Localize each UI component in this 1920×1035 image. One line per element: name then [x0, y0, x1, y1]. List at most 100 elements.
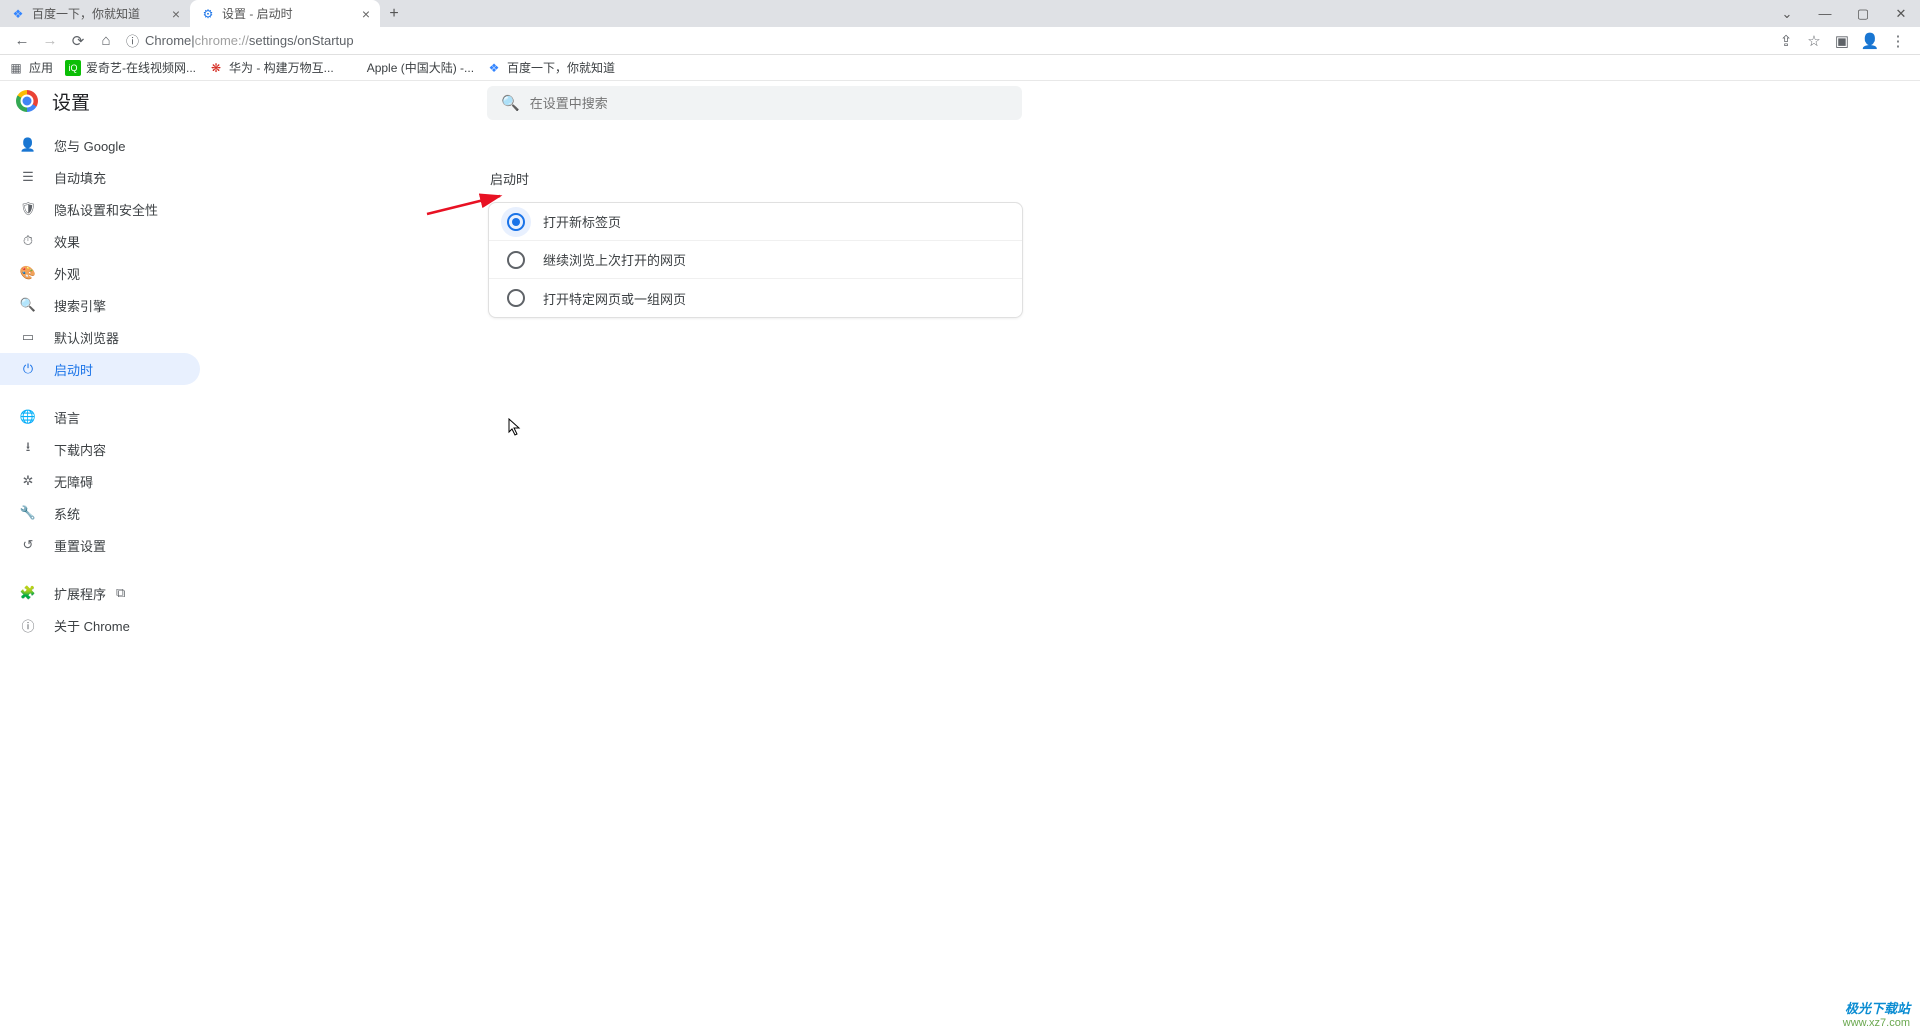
- accessibility-icon: ✲: [18, 473, 38, 489]
- shield-icon: 🛡: [18, 201, 38, 217]
- nav-label: 关于 Chrome: [54, 616, 130, 635]
- sidebar-item-privacy[interactable]: 🛡 隐私设置和安全性: [0, 193, 200, 225]
- option-label: 打开特定网页或一组网页: [543, 289, 686, 308]
- search-icon: 🔍: [501, 94, 520, 112]
- sidebar-item-you-google[interactable]: 👤您与 Google: [0, 129, 200, 161]
- site-info-icon[interactable]: ⓘ: [126, 31, 139, 50]
- radio-unchecked-icon[interactable]: [507, 289, 525, 307]
- browser-toolbar: ← → ⟳ ⌂ ⓘ Chrome | chrome://settings/onS…: [0, 27, 1920, 55]
- speed-icon: ⏱: [18, 233, 38, 249]
- nav-label: 隐私设置和安全性: [54, 200, 158, 219]
- startup-options-card: 打开新标签页 继续浏览上次打开的网页 打开特定网页或一组网页: [488, 202, 1023, 318]
- sidebar-item-about[interactable]: ⓘ关于 Chrome: [0, 609, 200, 641]
- sidebar-item-on-startup[interactable]: ⏻启动时: [0, 353, 200, 385]
- bookmark-favicon: ❋: [208, 60, 224, 76]
- window-maximize-icon[interactable]: ▢: [1844, 0, 1882, 27]
- option-label: 继续浏览上次打开的网页: [543, 250, 686, 269]
- nav-label: 外观: [54, 264, 80, 283]
- option-label: 打开新标签页: [543, 212, 621, 231]
- tab-title: 百度一下，你就知道: [32, 5, 166, 22]
- person-icon: 👤: [18, 137, 38, 153]
- bookmark-label: 百度一下，你就知道: [507, 59, 615, 76]
- palette-icon: 🎨: [18, 265, 38, 281]
- startup-option-specific[interactable]: 打开特定网页或一组网页: [489, 279, 1022, 317]
- sidebar-item-performance[interactable]: ⏱ 效果: [0, 225, 200, 257]
- chrome-logo-icon: [16, 90, 38, 112]
- close-tab-icon[interactable]: ×: [172, 6, 180, 22]
- nav-label: 下载内容: [54, 440, 106, 459]
- nav-label: 默认浏览器: [54, 328, 119, 347]
- sidebar-item-appearance[interactable]: 🎨 外观: [0, 257, 200, 289]
- address-path: settings/onStartup: [249, 33, 354, 48]
- radio-unchecked-icon[interactable]: [507, 251, 525, 269]
- home-button[interactable]: ⌂: [92, 27, 120, 55]
- sidebar-item-language[interactable]: 🌐语言: [0, 401, 200, 433]
- bookmark-star-icon[interactable]: ☆: [1800, 27, 1828, 55]
- watermark-url: www.xz7.com: [1843, 1017, 1910, 1029]
- tab-title: 设置 - 启动时: [222, 5, 356, 22]
- browser-tab-baidu[interactable]: ❖ 百度一下，你就知道 ×: [0, 0, 190, 27]
- bookmark-favicon: [346, 60, 362, 76]
- bookmark-iqiyi[interactable]: iQ 爱奇艺-在线视频网...: [65, 59, 196, 76]
- search-input[interactable]: [530, 96, 1008, 111]
- address-origin: Chrome: [145, 33, 191, 48]
- browser-tab-settings[interactable]: ⚙ 设置 - 启动时 ×: [190, 0, 380, 27]
- radio-checked-icon[interactable]: [507, 213, 525, 231]
- sidebar-item-reset[interactable]: ↺重置设置: [0, 529, 200, 561]
- side-panel-icon[interactable]: ▣: [1828, 27, 1856, 55]
- bookmark-favicon: ❖: [486, 60, 502, 76]
- watermark: 极光下载站 www.xz7.com: [1843, 998, 1910, 1029]
- startup-option-new-tab[interactable]: 打开新标签页: [489, 203, 1022, 241]
- startup-option-continue[interactable]: 继续浏览上次打开的网页: [489, 241, 1022, 279]
- watermark-title: 极光下载站: [1843, 998, 1910, 1017]
- address-scheme: chrome://: [195, 33, 249, 48]
- favicon-settings: ⚙: [200, 6, 216, 22]
- form-icon: ☰: [18, 169, 38, 185]
- sidebar-item-accessibility[interactable]: ✲无障碍: [0, 465, 200, 497]
- share-icon[interactable]: ⇪: [1772, 27, 1800, 55]
- window-minimize-icon[interactable]: —: [1806, 0, 1844, 27]
- bookmark-apple[interactable]: Apple (中国大陆) -...: [346, 59, 474, 76]
- external-link-icon: ⧉: [116, 585, 125, 601]
- nav-separator: [0, 385, 240, 401]
- bookmarks-bar: ▦ 应用 iQ 爱奇艺-在线视频网... ❋ 华为 - 构建万物互... App…: [0, 55, 1920, 81]
- sidebar-item-system[interactable]: 🔧 系统: [0, 497, 200, 529]
- bookmark-baidu[interactable]: ❖ 百度一下，你就知道: [486, 59, 615, 76]
- favicon-baidu: ❖: [10, 6, 26, 22]
- sidebar-item-default-browser[interactable]: ▭ 默认浏览器: [0, 321, 200, 353]
- browser-icon: ▭: [18, 329, 38, 345]
- bookmark-huawei[interactable]: ❋ 华为 - 构建万物互...: [208, 59, 334, 76]
- nav-label: 重置设置: [54, 536, 106, 555]
- reload-button[interactable]: ⟳: [64, 27, 92, 55]
- bookmark-label: 华为 - 构建万物互...: [229, 59, 334, 76]
- window-controls: ⌄ — ▢ ✕: [1768, 0, 1920, 27]
- address-bar[interactable]: ⓘ Chrome | chrome://settings/onStartup: [126, 30, 1766, 52]
- sidebar-item-downloads[interactable]: ⭳下载内容: [0, 433, 200, 465]
- nav-label: 语言: [54, 408, 80, 427]
- nav-label: 效果: [54, 232, 80, 251]
- forward-button[interactable]: →: [36, 27, 64, 55]
- apps-grid-icon: ▦: [8, 60, 24, 76]
- nav-label: 系统: [54, 504, 80, 523]
- window-dropdown-icon[interactable]: ⌄: [1768, 0, 1806, 27]
- wrench-icon: 🔧: [18, 505, 38, 521]
- sidebar-item-autofill[interactable]: ☰自动填充: [0, 161, 200, 193]
- puzzle-icon: 🧩: [18, 585, 38, 601]
- nav-label: 扩展程序: [54, 584, 106, 603]
- search-settings-box[interactable]: 🔍: [487, 86, 1022, 120]
- nav-separator: [0, 561, 240, 577]
- settings-main: 启动时 打开新标签页 继续浏览上次打开的网页 打开特定网页或一组网页: [240, 121, 1920, 649]
- apps-label: 应用: [29, 59, 53, 76]
- bookmark-label: 爱奇艺-在线视频网...: [86, 59, 196, 76]
- sidebar-item-extensions[interactable]: 🧩 扩展程序 ⧉: [0, 577, 200, 609]
- sidebar-item-search-engine[interactable]: 🔍搜索引擎: [0, 289, 200, 321]
- apps-button[interactable]: ▦ 应用: [8, 59, 53, 76]
- bookmark-label: Apple (中国大陆) -...: [367, 59, 474, 76]
- menu-icon[interactable]: ⋮: [1884, 27, 1912, 55]
- bookmark-favicon: iQ: [65, 60, 81, 76]
- close-tab-icon[interactable]: ×: [362, 6, 370, 22]
- profile-icon[interactable]: 👤: [1856, 27, 1884, 55]
- window-close-icon[interactable]: ✕: [1882, 0, 1920, 27]
- new-tab-button[interactable]: +: [380, 0, 408, 27]
- back-button[interactable]: ←: [8, 27, 36, 55]
